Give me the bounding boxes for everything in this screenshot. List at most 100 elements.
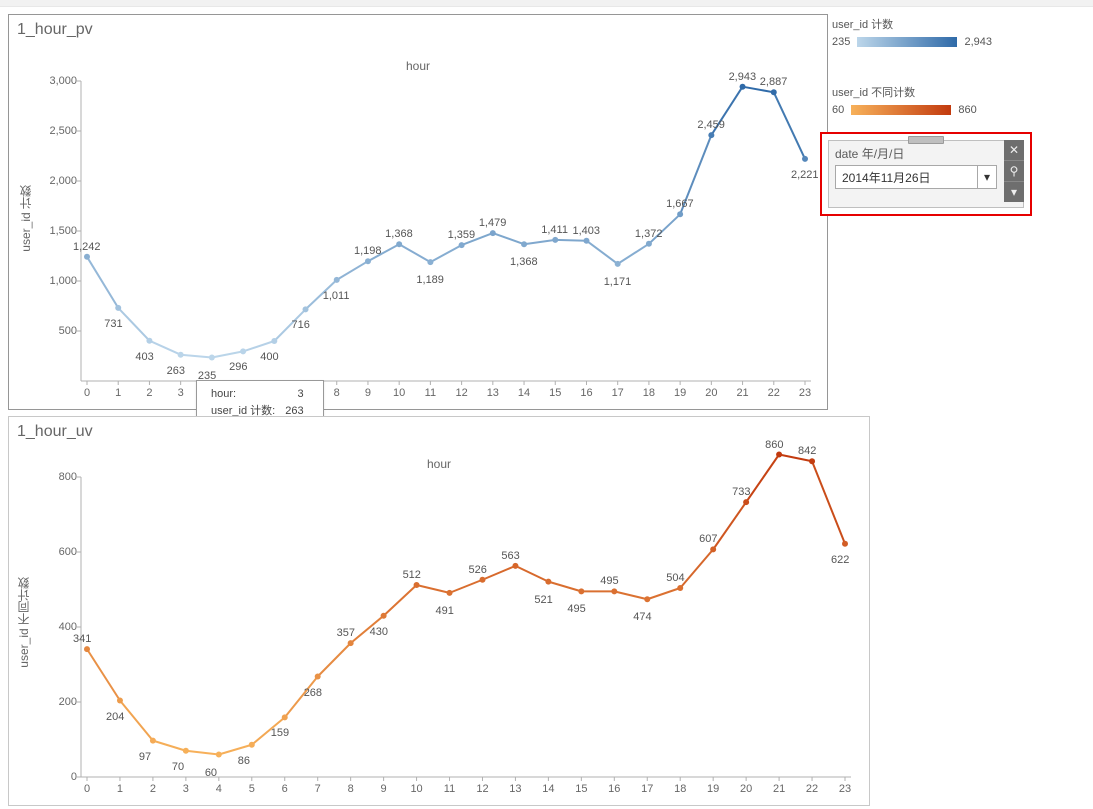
x-tick-label: 9 — [371, 783, 397, 795]
data-label: 1,171 — [604, 276, 632, 288]
data-label: 403 — [135, 351, 153, 363]
x-tick-label: 2 — [136, 387, 162, 399]
legend-blue-gradient — [857, 37, 957, 47]
x-tick-label: 11 — [437, 783, 463, 795]
x-tick-label: 14 — [535, 783, 561, 795]
y-tick-label: 1,000 — [43, 275, 77, 287]
chevron-down-icon[interactable]: ▾ — [977, 166, 996, 188]
caret-down-icon[interactable]: ▾ — [1004, 182, 1024, 202]
x-tick-label: 20 — [733, 783, 759, 795]
date-filter-value: 2014年11月26日 — [836, 169, 977, 186]
data-label: 504 — [666, 572, 684, 584]
data-label: 2,887 — [760, 76, 788, 88]
data-label: 204 — [106, 711, 124, 723]
y-tick-label: 500 — [43, 325, 77, 337]
x-tick-label: 4 — [206, 783, 232, 795]
legend-blue: user_id 计数 235 2,943 — [832, 16, 992, 48]
x-tick-label: 22 — [799, 783, 825, 795]
plot-area-pv[interactable]: 5001,0001,5002,0002,5003,000012345678910… — [81, 81, 811, 381]
legend-orange-gradient — [851, 105, 951, 115]
plot-area-uv[interactable]: 0200400600800012345678910111213141516171… — [81, 477, 851, 777]
x-tick-label: 15 — [542, 387, 568, 399]
x-tick-label: 2 — [140, 783, 166, 795]
legend-blue-title: user_id 计数 — [832, 16, 992, 32]
x-tick-label: 16 — [573, 387, 599, 399]
x-tick-label: 14 — [511, 387, 537, 399]
data-label: 1,189 — [416, 274, 444, 286]
x-tick-label: 21 — [766, 783, 792, 795]
x-axis-title-uv: hour — [427, 457, 451, 471]
data-label: 512 — [403, 569, 421, 581]
y-tick-label: 3,000 — [43, 75, 77, 87]
data-label: 1,368 — [510, 256, 538, 268]
data-label: 495 — [567, 603, 585, 615]
date-filter-dropdown[interactable]: 2014年11月26日 ▾ — [835, 165, 997, 189]
pin-icon[interactable]: ⚲ — [1004, 161, 1024, 182]
x-tick-label: 12 — [449, 387, 475, 399]
x-tick-label: 0 — [74, 387, 100, 399]
data-label: 357 — [337, 627, 355, 639]
y-tick-label: 2,500 — [43, 125, 77, 137]
chart-card-uv: 1_hour_uv hour user_id 不同计数 020040060080… — [8, 416, 870, 806]
y-tick-label: 800 — [43, 471, 77, 483]
x-tick-label: 3 — [168, 387, 194, 399]
x-tick-label: 8 — [324, 387, 350, 399]
data-label: 860 — [765, 439, 783, 451]
tooltip-hour-label: hour: — [207, 387, 279, 402]
data-label: 60 — [205, 767, 217, 779]
chart-title-uv: 1_hour_uv — [17, 423, 93, 441]
data-label: 842 — [798, 445, 816, 457]
data-label: 622 — [831, 554, 849, 566]
x-tick-label: 12 — [469, 783, 495, 795]
x-tick-label: 8 — [338, 783, 364, 795]
legend-orange-min: 60 — [832, 104, 844, 116]
data-label: 1,372 — [635, 228, 663, 240]
data-label: 733 — [732, 486, 750, 498]
x-tick-label: 7 — [305, 783, 331, 795]
close-icon[interactable]: ✕ — [1004, 140, 1024, 161]
data-label: 97 — [139, 751, 151, 763]
data-label: 263 — [167, 365, 185, 377]
x-tick-label: 6 — [272, 783, 298, 795]
legend-orange-max: 860 — [958, 104, 976, 116]
legend-orange: user_id 不同计数 60 860 — [832, 84, 977, 116]
x-tick-label: 11 — [417, 387, 443, 399]
x-tick-label: 16 — [601, 783, 627, 795]
data-label: 491 — [436, 605, 454, 617]
x-tick-label: 10 — [386, 387, 412, 399]
data-label: 474 — [633, 611, 651, 623]
x-tick-label: 19 — [667, 387, 693, 399]
x-tick-label: 23 — [832, 783, 858, 795]
data-label: 731 — [104, 318, 122, 330]
y-tick-label: 600 — [43, 546, 77, 558]
data-label: 430 — [370, 626, 388, 638]
x-tick-label: 23 — [792, 387, 818, 399]
y-tick-label: 1,500 — [43, 225, 77, 237]
drag-handle-icon[interactable] — [908, 136, 944, 144]
y-tick-label: 400 — [43, 621, 77, 633]
date-filter-panel: date 年/月/日 2014年11月26日 ▾ ✕ ⚲ ▾ — [820, 132, 1032, 216]
y-tick-label: 200 — [43, 696, 77, 708]
data-label: 1,403 — [572, 225, 600, 237]
x-tick-label: 17 — [634, 783, 660, 795]
x-axis-title-pv: hour — [406, 59, 430, 73]
data-label: 1,359 — [448, 229, 476, 241]
x-tick-label: 20 — [698, 387, 724, 399]
date-filter-title: date 年/月/日 — [835, 145, 904, 162]
data-label: 716 — [292, 319, 310, 331]
data-label: 1,368 — [385, 228, 413, 240]
legend-orange-title: user_id 不同计数 — [832, 84, 977, 100]
data-label: 1,242 — [73, 241, 101, 253]
x-tick-label: 1 — [107, 783, 133, 795]
data-label: 70 — [172, 761, 184, 773]
data-label: 2,459 — [697, 119, 725, 131]
x-tick-label: 3 — [173, 783, 199, 795]
x-tick-label: 19 — [700, 783, 726, 795]
data-label: 526 — [468, 564, 486, 576]
data-label: 1,198 — [354, 245, 382, 257]
legend-blue-min: 235 — [832, 36, 850, 48]
y-axis-title-uv: user_id 不同计数 — [15, 577, 32, 668]
x-tick-label: 13 — [502, 783, 528, 795]
chart-title-pv: 1_hour_pv — [17, 21, 93, 39]
data-label: 2,221 — [791, 169, 819, 181]
